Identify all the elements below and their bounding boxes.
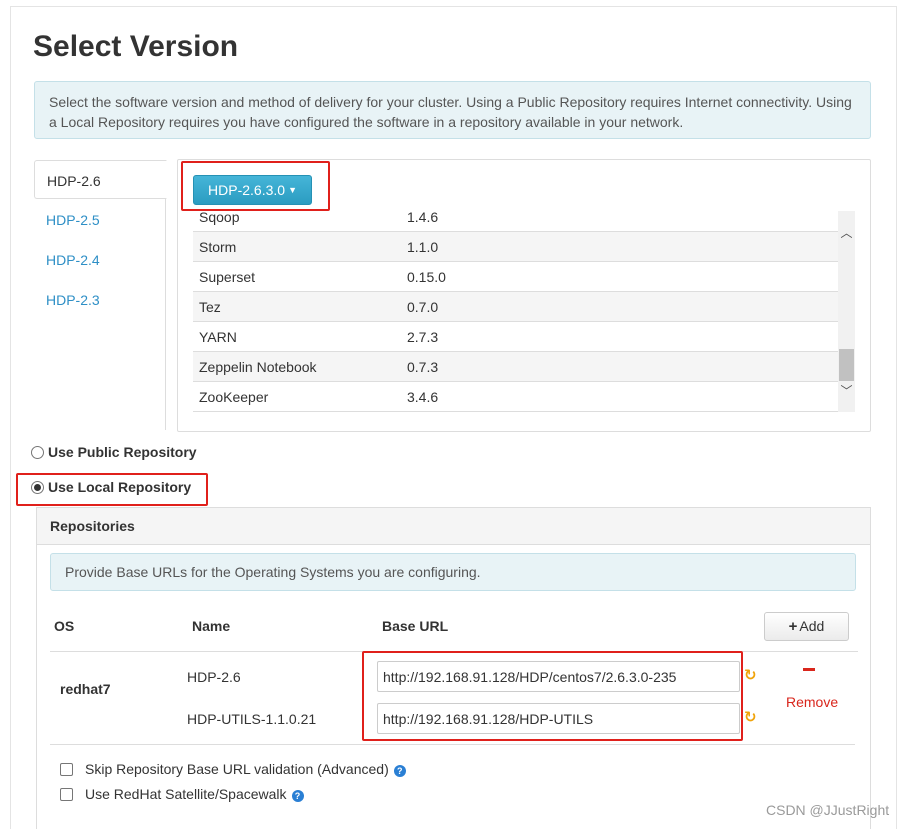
table-row: Tez 0.7.0 <box>193 292 838 322</box>
service-name: YARN <box>199 329 237 345</box>
page-title: Select Version <box>33 30 239 63</box>
table-row: Superset 0.15.0 <box>193 262 838 292</box>
divider <box>50 651 858 652</box>
tab-hdp-2-6[interactable]: HDP-2.6 <box>34 160 167 199</box>
help-icon[interactable]: ? <box>393 765 406 777</box>
service-version: 3.4.6 <box>407 389 439 405</box>
add-label: Add <box>799 618 825 634</box>
table-row: ZooKeeper 3.4.6 <box>193 382 838 412</box>
repo-name-hdp: HDP-2.6 <box>187 669 241 685</box>
add-os-button[interactable]: + Add <box>764 612 849 641</box>
caret-down-icon: ▼ <box>288 185 297 195</box>
version-tabs: HDP-2.6 HDP-2.5 HDP-2.4 HDP-2.3 <box>34 160 167 430</box>
service-name: Tez <box>199 299 221 315</box>
service-name: Superset <box>199 269 256 285</box>
repositories-alert: Provide Base URLs for the Operating Syst… <box>50 553 856 591</box>
remove-os-link[interactable]: Remove <box>786 694 838 710</box>
column-header-base-url: Base URL <box>382 618 449 634</box>
skip-validation-label: Skip Repository Base URL validation (Adv… <box>85 761 389 777</box>
service-version: 1.4.6 <box>407 211 439 225</box>
tab-hdp-2-3[interactable]: HDP-2.3 <box>34 280 166 320</box>
os-name: redhat7 <box>60 681 111 697</box>
service-version: 0.7.0 <box>407 299 439 315</box>
version-dropdown-label: HDP-2.6.3.0 <box>208 182 286 198</box>
public-repository-radio[interactable] <box>31 446 44 459</box>
minus-icon[interactable] <box>803 668 815 671</box>
use-satellite-option[interactable]: Use RedHat Satellite/Spacewalk? <box>60 786 304 802</box>
undo-icon[interactable]: ↻ <box>744 708 757 726</box>
service-version: 1.1.0 <box>407 239 439 255</box>
tab-hdp-2-5[interactable]: HDP-2.5 <box>34 200 166 240</box>
service-name: Sqoop <box>199 211 240 225</box>
scrollbar-thumb[interactable] <box>839 349 854 381</box>
tab-hdp-2-4[interactable]: HDP-2.4 <box>34 240 166 280</box>
skip-validation-checkbox[interactable] <box>60 763 73 776</box>
table-scrollbar[interactable]: ︿ ﹀ <box>838 211 855 412</box>
help-icon[interactable]: ? <box>291 790 304 802</box>
use-public-repository-option[interactable]: Use Public Repository <box>31 444 197 460</box>
use-satellite-checkbox[interactable] <box>60 788 73 801</box>
repositories-header: Repositories <box>36 507 871 545</box>
hdp-base-url-input[interactable] <box>377 661 740 692</box>
service-name: Storm <box>199 239 237 255</box>
local-repository-label: Use Local Repository <box>48 479 192 495</box>
repo-name-hdp-utils: HDP-UTILS-1.1.0.21 <box>187 711 317 727</box>
scroll-up-icon[interactable]: ︿ <box>838 225 855 242</box>
table-row: Sqoop 1.4.6 <box>193 211 838 232</box>
stack-services-table: Sqoop 1.4.6 Storm 1.1.0 Superset 0.15.0 … <box>193 211 838 412</box>
use-local-repository-option[interactable]: Use Local Repository <box>31 479 191 495</box>
scroll-down-icon[interactable]: ﹀ <box>838 383 855 400</box>
column-header-name: Name <box>192 618 231 634</box>
service-version: 2.7.3 <box>407 329 439 345</box>
skip-validation-option[interactable]: Skip Repository Base URL validation (Adv… <box>60 761 406 777</box>
table-row: Zeppelin Notebook 0.7.3 <box>193 352 838 382</box>
service-version: 0.7.3 <box>407 359 439 375</box>
use-satellite-label: Use RedHat Satellite/Spacewalk <box>85 786 287 802</box>
hdp-utils-base-url-input[interactable] <box>377 703 740 734</box>
service-version: 0.15.0 <box>407 269 446 285</box>
public-repository-label: Use Public Repository <box>48 444 197 460</box>
watermark: CSDN @JJustRight <box>766 802 890 818</box>
local-repository-radio[interactable] <box>31 481 44 494</box>
undo-icon[interactable]: ↻ <box>744 666 757 684</box>
plus-icon: + <box>788 618 798 635</box>
service-name: ZooKeeper <box>199 389 269 405</box>
version-dropdown-button[interactable]: HDP-2.6.3.0 ▼ <box>193 175 312 205</box>
service-name: Zeppelin Notebook <box>199 359 317 375</box>
table-row: YARN 2.7.3 <box>193 322 838 352</box>
table-row: Storm 1.1.0 <box>193 232 838 262</box>
intro-alert: Select the software version and method o… <box>34 81 871 139</box>
divider <box>50 744 855 745</box>
column-header-os: OS <box>54 618 75 634</box>
